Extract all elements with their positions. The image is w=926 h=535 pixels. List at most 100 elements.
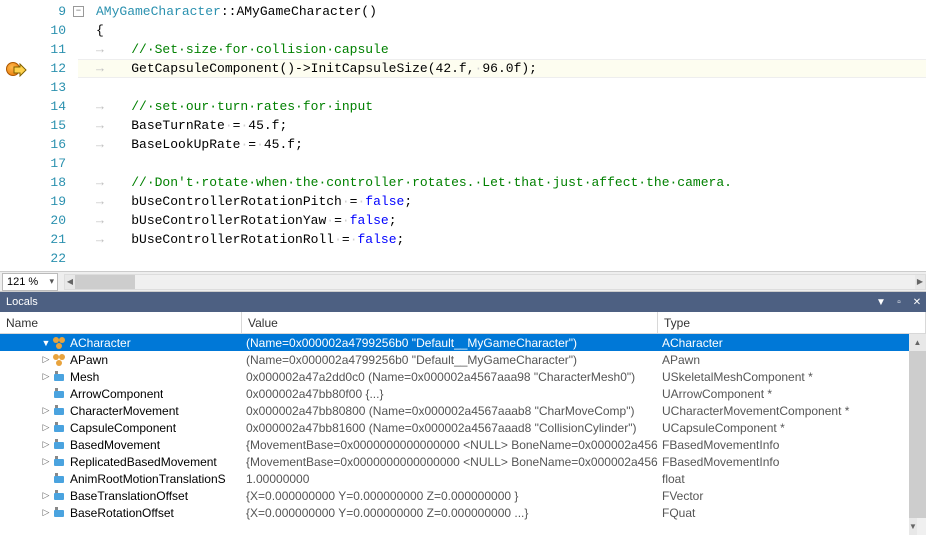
field-icon: [52, 489, 66, 503]
expand-icon[interactable]: ▷: [40, 507, 52, 518]
locals-row[interactable]: ArrowComponent0x000002a47bb80f00 {...}UA…: [0, 385, 926, 402]
code-line[interactable]: → bUseControllerRotationRoll·=·false;: [78, 230, 926, 249]
row-value: {X=0.000000000 Y=0.000000000 Z=0.0000000…: [242, 489, 658, 503]
code-line[interactable]: → //·set·our·turn·rates·for·input: [78, 97, 926, 116]
row-type: ACharacter: [658, 336, 926, 350]
breakpoint-icon[interactable]: [6, 62, 20, 76]
pin-icon[interactable]: ▫: [890, 297, 908, 308]
code-line[interactable]: → bUseControllerRotationPitch·=·false;: [78, 192, 926, 211]
line-number[interactable]: 15: [0, 116, 78, 135]
window-dropdown-icon[interactable]: ▼: [872, 297, 890, 308]
header-type[interactable]: Type: [658, 312, 926, 333]
row-type: APawn: [658, 353, 926, 367]
indent-arrow-icon: →: [96, 61, 108, 76]
locals-row[interactable]: ▼ACharacter(Name=0x000002a4799256b0 "Def…: [0, 334, 926, 351]
horizontal-scrollbar[interactable]: ◀ ▶: [64, 274, 926, 290]
vertical-scrollbar[interactable]: ▲ ▼: [909, 334, 926, 535]
code-line[interactable]: [78, 249, 926, 268]
code-line[interactable]: → GetCapsuleComponent()->InitCapsuleSize…: [78, 59, 926, 78]
code-line[interactable]: [78, 78, 926, 97]
code-line[interactable]: → //·Don't·rotate·when·the·controller·ro…: [78, 173, 926, 192]
zoom-dropdown[interactable]: 121 %: [2, 273, 58, 291]
locals-row[interactable]: ▷ BasedMovement {MovementBase=0x0000000000…: [0, 436, 926, 453]
locals-row[interactable]: AnimRootMotionTranslationS1.00000000floa…: [0, 470, 926, 487]
code-line[interactable]: → //·Set·size·for·collision·capsule: [78, 40, 926, 59]
line-number[interactable]: 20: [0, 211, 78, 230]
indent-arrow-icon: →: [96, 99, 108, 114]
scroll-thumb[interactable]: [909, 351, 926, 518]
scroll-thumb[interactable]: [75, 275, 135, 289]
code-line[interactable]: AMyGameCharacter::AMyGameCharacter(): [78, 2, 926, 21]
line-number[interactable]: 22: [0, 249, 78, 268]
locals-grid[interactable]: ▼ACharacter(Name=0x000002a4799256b0 "Def…: [0, 334, 926, 535]
close-icon[interactable]: ✕: [908, 297, 926, 308]
row-type: USkeletalMeshComponent *: [658, 370, 926, 384]
expand-icon[interactable]: ▷: [40, 405, 52, 416]
locals-titlebar[interactable]: Locals ▼ ▫ ✕: [0, 292, 926, 312]
expand-icon[interactable]: ▷: [40, 354, 52, 365]
row-name: ReplicatedBasedMovement: [70, 455, 217, 469]
collapse-icon[interactable]: ▼: [40, 338, 52, 348]
row-name: BaseRotationOffset: [70, 506, 174, 520]
line-number[interactable]: 13: [0, 78, 78, 97]
expand-icon[interactable]: ▷: [40, 456, 52, 467]
expand-icon[interactable]: ▷: [40, 422, 52, 433]
row-value: {MovementBase=0x0000000000000000 <NULL> …: [242, 455, 658, 469]
row-type: UCapsuleComponent *: [658, 421, 926, 435]
row-name: CapsuleComponent: [70, 421, 176, 435]
line-number[interactable]: 10: [0, 21, 78, 40]
code-editor[interactable]: 9−10111213141516171819202122 AMyGameChar…: [0, 0, 926, 272]
locals-row[interactable]: ▷BaseRotationOffset{X=0.000000000 Y=0.00…: [0, 504, 926, 521]
line-number[interactable]: 18: [0, 173, 78, 192]
code-line[interactable]: [78, 154, 926, 173]
row-name: CharacterMovement: [70, 404, 179, 418]
code-line[interactable]: → bUseControllerRotationYaw·=·false;: [78, 211, 926, 230]
field-icon: [52, 506, 66, 520]
line-number[interactable]: 19: [0, 192, 78, 211]
locals-header[interactable]: Name Value Type: [0, 312, 926, 334]
header-value[interactable]: Value: [242, 312, 658, 333]
locals-row[interactable]: ▷ BaseTranslationOffset {X=0.000000000 Y=0…: [0, 487, 926, 504]
row-type: FBasedMovementInfo: [658, 455, 926, 469]
scroll-right-icon[interactable]: ▶: [915, 275, 925, 289]
row-value: {MovementBase=0x0000000000000000 <NULL> …: [242, 438, 658, 452]
line-number[interactable]: 14: [0, 97, 78, 116]
expand-icon[interactable]: ▷: [40, 439, 52, 450]
locals-row[interactable]: ▷APawn(Name=0x000002a4799256b0 "Default_…: [0, 351, 926, 368]
scroll-down-icon[interactable]: ▼: [909, 518, 917, 535]
indent-arrow-icon: →: [96, 232, 108, 247]
indent-arrow-icon: →: [96, 137, 108, 152]
code-line[interactable]: → BaseTurnRate·=·45.f;: [78, 116, 926, 135]
row-name: BasedMovement: [70, 438, 160, 452]
line-number[interactable]: 9−: [0, 2, 78, 21]
row-name: ACharacter: [70, 336, 131, 350]
indent-arrow-icon: →: [96, 175, 108, 190]
expand-icon[interactable]: ▷: [40, 371, 52, 382]
scroll-up-icon[interactable]: ▲: [909, 334, 926, 351]
line-number[interactable]: 12: [0, 59, 78, 78]
header-name[interactable]: Name: [0, 312, 242, 333]
line-number[interactable]: 17: [0, 154, 78, 173]
locals-row[interactable]: ▷CapsuleComponent0x000002a47bb81600 (Nam…: [0, 419, 926, 436]
locals-row[interactable]: ▷Mesh0x000002a47a2dd0c0 (Name=0x000002a4…: [0, 368, 926, 385]
editor-body[interactable]: AMyGameCharacter::AMyGameCharacter(){→ /…: [78, 0, 926, 271]
code-line[interactable]: → BaseLookUpRate·=·45.f;: [78, 135, 926, 154]
line-number[interactable]: 11: [0, 40, 78, 59]
scroll-left-icon[interactable]: ◀: [65, 275, 75, 289]
locals-row[interactable]: ▷CharacterMovement0x000002a47bb80800 (Na…: [0, 402, 926, 419]
expand-icon[interactable]: ▷: [40, 490, 52, 501]
zoom-value: 121 %: [7, 276, 38, 288]
editor-gutter[interactable]: 9−10111213141516171819202122: [0, 0, 78, 271]
indent-arrow-icon: →: [96, 213, 108, 228]
class-icon: [52, 353, 66, 367]
row-name: Mesh: [70, 370, 99, 384]
row-name: AnimRootMotionTranslationS: [70, 472, 226, 486]
indent-arrow-icon: →: [96, 118, 108, 133]
code-line[interactable]: {: [78, 21, 926, 40]
line-number[interactable]: 21: [0, 230, 78, 249]
row-type: FQuat: [658, 506, 926, 520]
line-number[interactable]: 16: [0, 135, 78, 154]
locals-row[interactable]: ▷ ReplicatedBasedMovement {MovementBase=0x…: [0, 453, 926, 470]
row-name: BaseTranslationOffset: [70, 489, 188, 503]
row-type: UArrowComponent *: [658, 387, 926, 401]
